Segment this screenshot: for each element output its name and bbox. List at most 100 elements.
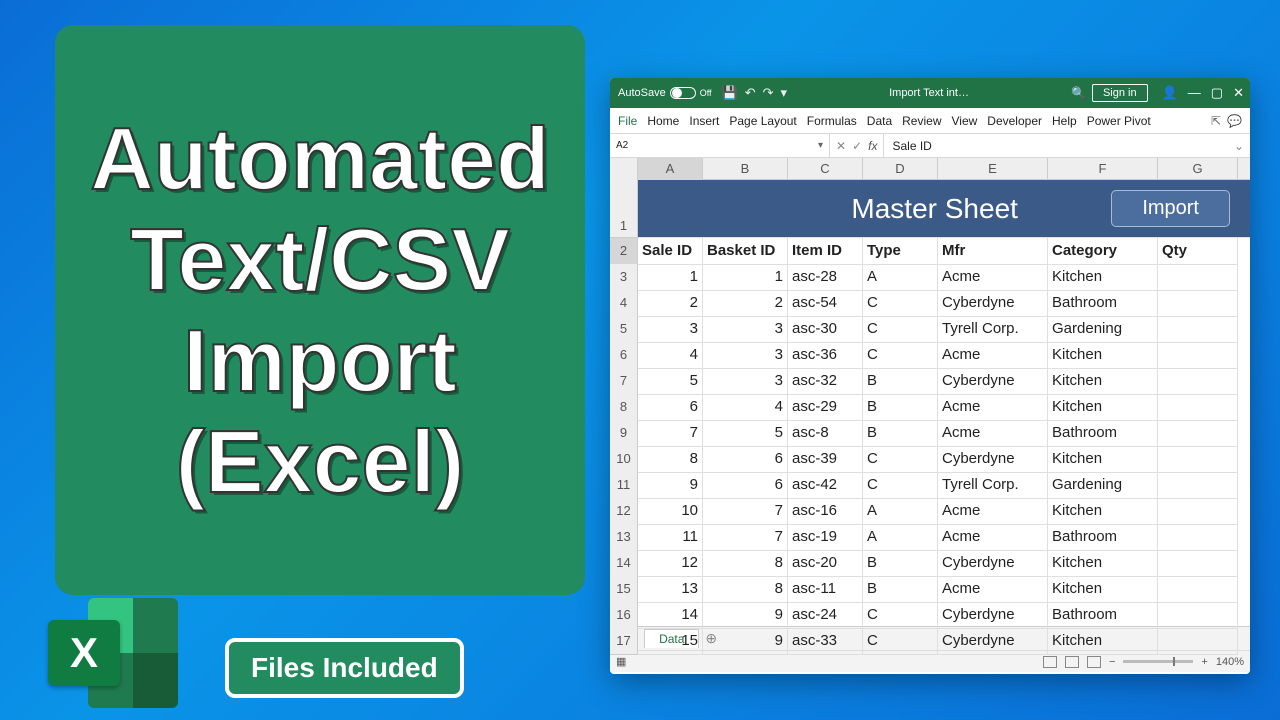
cell[interactable]: Kitchen (1048, 446, 1158, 473)
tab-pagelayout[interactable]: Page Layout (729, 114, 796, 128)
cell[interactable]: 7 (703, 498, 788, 525)
cell[interactable]: Acme (938, 342, 1048, 369)
view-normal-icon[interactable] (1043, 656, 1057, 668)
cell[interactable]: Gardening (1048, 316, 1158, 343)
cell[interactable]: Acme (938, 576, 1048, 603)
cell[interactable]: 6 (703, 446, 788, 473)
cell[interactable]: Kitchen (1048, 342, 1158, 369)
row-header[interactable]: 15 (610, 576, 638, 603)
col-header[interactable]: C (788, 158, 863, 180)
cell[interactable]: 3 (703, 342, 788, 369)
cell[interactable]: 4 (638, 342, 703, 369)
cell[interactable] (1158, 524, 1238, 551)
row-header[interactable]: 16 (610, 602, 638, 629)
row-header[interactable]: 4 (610, 290, 638, 317)
column-label[interactable]: Sale ID (638, 238, 703, 265)
cell[interactable]: asc-32 (788, 368, 863, 395)
cell[interactable]: Kitchen (1048, 394, 1158, 421)
chevron-down-icon[interactable]: ▾ (818, 140, 823, 151)
cell[interactable]: Bathroom (1048, 524, 1158, 551)
col-header[interactable]: D (863, 158, 938, 180)
share-icon[interactable]: ⇱ (1211, 114, 1221, 128)
row-header[interactable]: 1 (610, 180, 638, 238)
cell[interactable]: B (863, 420, 938, 447)
row-header[interactable]: 11 (610, 472, 638, 499)
tab-developer[interactable]: Developer (987, 114, 1042, 128)
col-header[interactable]: B (703, 158, 788, 180)
cell[interactable]: 1 (638, 264, 703, 291)
row-header[interactable]: 3 (610, 264, 638, 291)
cell[interactable]: 9 (703, 602, 788, 629)
cell[interactable]: 12 (638, 550, 703, 577)
save-icon[interactable]: 💾 (722, 85, 738, 101)
col-header[interactable]: F (1048, 158, 1158, 180)
col-header[interactable]: A (638, 158, 703, 180)
cell[interactable]: Cyberdyne (938, 368, 1048, 395)
row-header[interactable]: 12 (610, 498, 638, 525)
cell[interactable]: asc-39 (788, 446, 863, 473)
cell[interactable]: Cyberdyne (938, 290, 1048, 317)
cell[interactable]: asc-28 (788, 264, 863, 291)
cell[interactable]: asc-42 (788, 472, 863, 499)
cell[interactable]: B (863, 368, 938, 395)
cell[interactable]: Kitchen (1048, 498, 1158, 525)
col-header[interactable]: G (1158, 158, 1238, 180)
cell[interactable]: C (863, 602, 938, 629)
cell[interactable]: Acme (938, 498, 1048, 525)
cell[interactable]: 13 (638, 576, 703, 603)
name-box[interactable]: A2 ▾ (610, 134, 830, 157)
undo-icon[interactable]: ↶ (745, 85, 756, 101)
cell[interactable]: asc-11 (788, 576, 863, 603)
tab-view[interactable]: View (952, 114, 978, 128)
cell[interactable] (1158, 342, 1238, 369)
cell[interactable] (1158, 472, 1238, 499)
cell[interactable]: Tyrell Corp. (938, 472, 1048, 499)
row-header[interactable]: 8 (610, 394, 638, 421)
cell[interactable]: Kitchen (1048, 628, 1158, 655)
cell[interactable]: asc-8 (788, 420, 863, 447)
cell[interactable]: 1 (703, 264, 788, 291)
cell[interactable] (1158, 394, 1238, 421)
close-icon[interactable]: ✕ (1233, 85, 1244, 101)
formula-cancel-icon[interactable]: ✕ (836, 139, 846, 153)
cell[interactable]: Acme (938, 264, 1048, 291)
cell[interactable]: A (863, 524, 938, 551)
cell[interactable]: Acme (938, 524, 1048, 551)
cell[interactable]: 10 (638, 498, 703, 525)
cell[interactable]: Acme (938, 420, 1048, 447)
formula-expand-icon[interactable]: ⌄ (1228, 139, 1250, 153)
cell[interactable]: Tyrell Corp. (938, 316, 1048, 343)
zoom-slider[interactable] (1123, 660, 1193, 663)
cell[interactable]: asc-16 (788, 498, 863, 525)
cell[interactable] (1158, 576, 1238, 603)
cell[interactable]: 7 (638, 420, 703, 447)
cell[interactable]: asc-29 (788, 394, 863, 421)
cell[interactable]: Kitchen (1048, 576, 1158, 603)
column-label[interactable]: Basket ID (703, 238, 788, 265)
cell[interactable] (1158, 368, 1238, 395)
cell[interactable]: 9 (703, 628, 788, 655)
tab-powerpivot[interactable]: Power Pivot (1087, 114, 1151, 128)
cell[interactable]: 15 (638, 628, 703, 655)
cell[interactable]: 3 (703, 316, 788, 343)
view-pagebreak-icon[interactable] (1087, 656, 1101, 668)
toggle-icon[interactable] (670, 87, 696, 99)
column-label[interactable]: Category (1048, 238, 1158, 265)
select-all-corner[interactable] (610, 158, 638, 180)
cell[interactable]: B (863, 576, 938, 603)
zoom-in-icon[interactable]: + (1201, 656, 1207, 668)
column-label[interactable]: Type (863, 238, 938, 265)
view-pagelayout-icon[interactable] (1065, 656, 1079, 668)
row-header[interactable]: 10 (610, 446, 638, 473)
cell[interactable]: Kitchen (1048, 368, 1158, 395)
cell[interactable]: A (863, 264, 938, 291)
col-header[interactable]: E (938, 158, 1048, 180)
cell[interactable]: 8 (703, 550, 788, 577)
column-label[interactable]: Mfr (938, 238, 1048, 265)
cell[interactable]: B (863, 394, 938, 421)
formula-value[interactable]: Sale ID (884, 139, 939, 153)
fx-icon[interactable]: fx (868, 139, 877, 153)
cell[interactable]: asc-33 (788, 628, 863, 655)
cell[interactable]: C (863, 316, 938, 343)
cell[interactable]: asc-19 (788, 524, 863, 551)
